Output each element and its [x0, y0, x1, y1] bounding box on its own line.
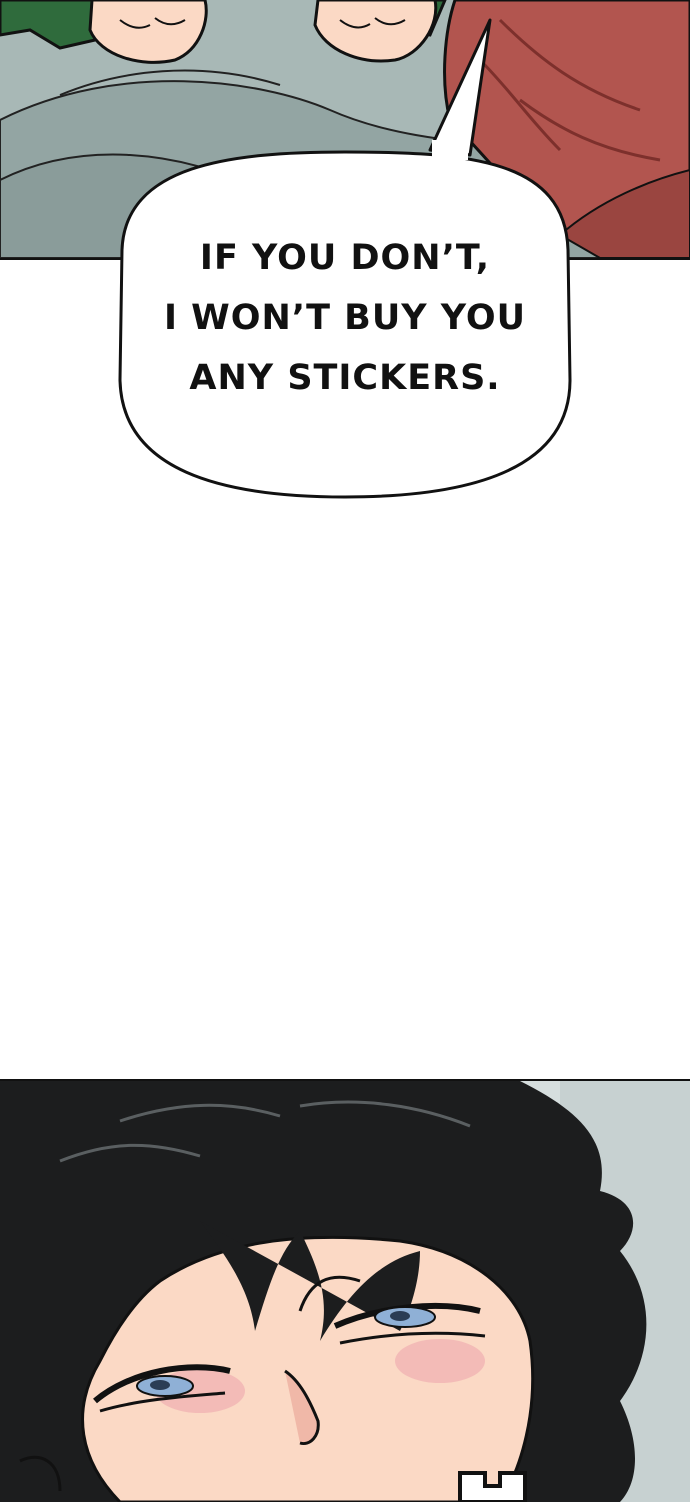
speech-bubble-text: IF YOU DON’T, I WON’T BUY YOU ANY STICKE… [140, 228, 550, 408]
speech-line-3: ANY STICKERS. [189, 358, 501, 398]
speech-line-2: I WON’T BUY YOU [163, 298, 527, 338]
character-face-art [0, 1081, 690, 1502]
speech-line-1: IF YOU DON’T, [199, 238, 491, 278]
bottom-panel [0, 1079, 690, 1502]
right-blush [395, 1339, 485, 1383]
